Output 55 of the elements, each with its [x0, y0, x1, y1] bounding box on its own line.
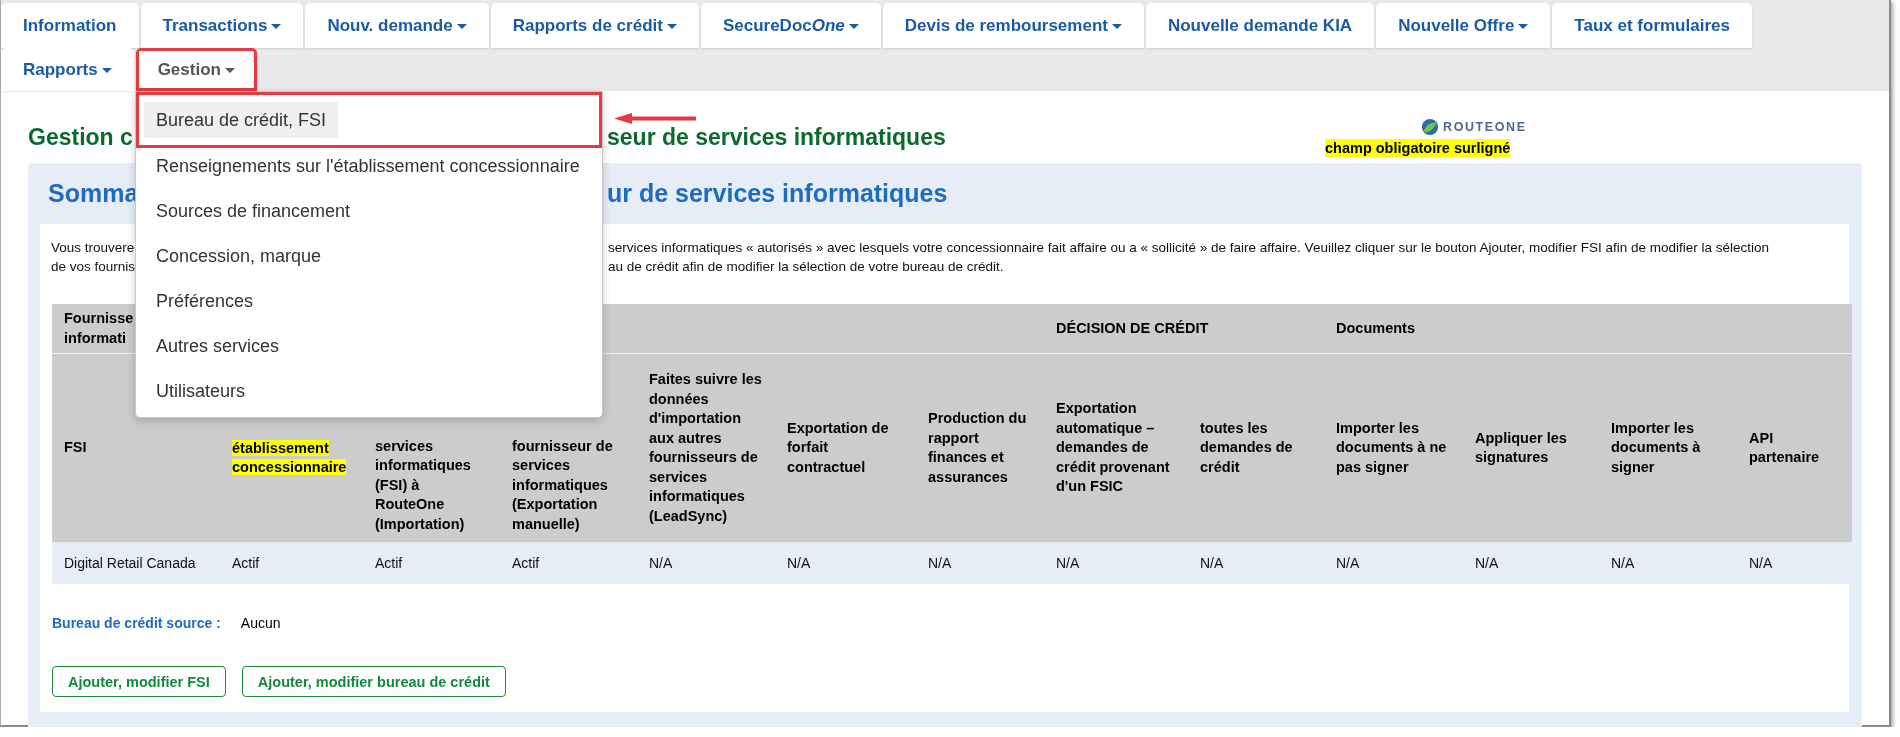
nav-tab[interactable]: Rapports de crédit: [490, 3, 699, 48]
table-cell: N/A: [1599, 542, 1737, 584]
field-value: Aucun: [240, 615, 281, 631]
table-cell: N/A: [1188, 542, 1324, 584]
nav-tab[interactable]: Transactions: [140, 3, 304, 48]
table-cell: Actif: [363, 542, 500, 584]
column-header: Production du rapport finances et assurances: [916, 353, 1044, 542]
table-cell: N/A: [775, 542, 916, 584]
table-cell: Actif: [220, 542, 363, 584]
nav-tab[interactable]: SecureDocOne: [700, 3, 881, 48]
nav-tab[interactable]: Nouv. demande: [305, 3, 489, 48]
description-text: de vos fournis: [51, 258, 136, 276]
nav-tab[interactable]: Nouvelle Offre: [1376, 3, 1551, 48]
page-title: seur de services informatiques: [607, 125, 946, 149]
column-group-header: Documents: [1336, 319, 1415, 336]
column-header: API partenaire: [1737, 353, 1852, 542]
nav-tab[interactable]: Devis de remboursement: [882, 3, 1144, 48]
menu-item[interactable]: Bureau de crédit, FSI: [136, 92, 602, 148]
menu-item[interactable]: Sources de financement: [136, 193, 602, 238]
page-title: Gestion c: [28, 125, 133, 149]
field-label: Bureau de crédit source :: [52, 615, 221, 631]
column-header: Appliquer les signatures: [1463, 353, 1599, 542]
description-text: Vous trouvere: [51, 239, 135, 257]
description-text: au de crédit afin de modifier la sélection de votre bureau de crédit.: [608, 258, 1004, 276]
table-cell: N/A: [1324, 542, 1463, 584]
nav-tab[interactable]: Gestion: [135, 48, 257, 91]
action-button[interactable]: Ajouter, modifier FSI: [52, 666, 226, 697]
section-heading: ur de services informatiques: [607, 179, 948, 208]
column-header: Importer les documents à signer: [1599, 353, 1737, 542]
nav-tab[interactable]: Information: [1, 3, 139, 48]
column-group-header: Fournisse informati: [64, 310, 134, 346]
nav-tab[interactable]: Nouvelle demande KIA: [1145, 3, 1375, 48]
column-header: Exportation automatique – demandes de crédit provenant d'un FSIC: [1044, 353, 1188, 542]
column-header: Importer les documents à ne pas signer: [1324, 353, 1463, 542]
section-heading: Somma: [48, 179, 139, 208]
table-cell: N/A: [916, 542, 1044, 584]
column-header: Exportation de forfait contractuel: [775, 353, 916, 542]
menu-item[interactable]: Renseignements sur l'établissement concessionnaire: [136, 148, 602, 193]
table-cell: Digital Retail Canada: [52, 542, 220, 584]
column-header: Faites suivre les données d'importation aux autres fournisseurs de services informatiques (LeadSync): [637, 353, 775, 542]
table-cell: Actif: [500, 542, 637, 584]
table-cell: N/A: [637, 542, 775, 584]
nav-tab[interactable]: Rapports: [1, 48, 134, 91]
routeone-logo: ROUTEONE: [1421, 117, 1889, 137]
column-header: toutes les demandes de crédit: [1188, 353, 1324, 542]
table-cell: N/A: [1737, 542, 1852, 584]
nav-tab[interactable]: Taux et formulaires: [1552, 3, 1752, 48]
required-field-note: champ obligatoire surligné: [1325, 139, 1511, 157]
table-cell: N/A: [1044, 542, 1188, 584]
table-cell: N/A: [1463, 542, 1599, 584]
action-button[interactable]: Ajouter, modifier bureau de crédit: [241, 666, 506, 697]
menu-item[interactable]: Préférences: [136, 283, 602, 328]
column-group-header: DÉCISION DE CRÉDIT: [1056, 319, 1209, 336]
description-text: services informatiques « autorisés » avec lesquels votre concessionnaire fait affaire ou a « sollicité » de faire affaire. Veuillez cliquer sur le bouton Ajouter, modifier FSI afin de modifier la sélection: [608, 239, 1770, 257]
menu-item[interactable]: Concession, marque: [136, 238, 602, 283]
